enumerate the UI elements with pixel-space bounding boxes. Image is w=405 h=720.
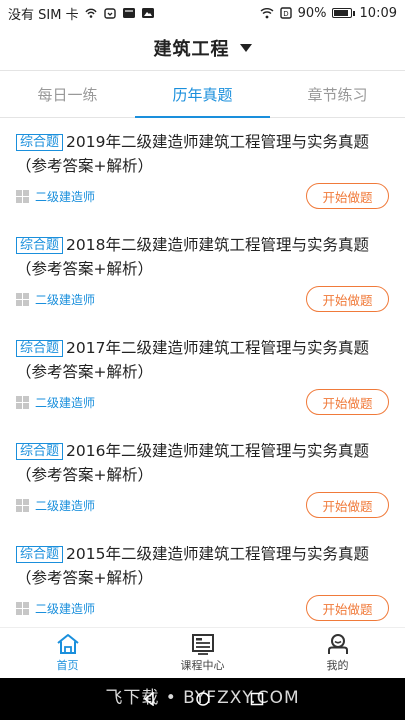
caret-down-icon[interactable] (239, 44, 252, 52)
start-button[interactable]: 开始做题 (306, 389, 389, 415)
start-button[interactable]: 开始做题 (306, 286, 389, 312)
item-title-text: 2017年二级建造师建筑工程管理与实务真题（参考答案+解析） (16, 339, 369, 381)
page-title: 建筑工程 (153, 39, 230, 60)
list-item[interactable]: 综合题 2015年二级建造师建筑工程管理与实务真题（参考答案+解析） 二级建造师 … (16, 530, 389, 633)
data-saver-icon: D (279, 7, 292, 19)
category-label: 二级建造师 (35, 189, 96, 204)
list-item[interactable]: 综合题 2016年二级建造师建筑工程管理与实务真题（参考答案+解析） 二级建造师 … (16, 427, 389, 530)
category-grid-icon (16, 601, 29, 615)
watermark: 飞下载 • BYFZXY.COM (105, 688, 300, 708)
type-tag: 综合题 (16, 443, 64, 460)
list-item[interactable]: 综合题 2019年二级建造师建筑工程管理与实务真题（参考答案+解析） 二级建造师 … (16, 118, 389, 221)
battery-icon (331, 8, 355, 18)
category-grid-icon (16, 189, 29, 203)
nav-profile-label: 我的 (326, 659, 349, 672)
tab-chapter-practice[interactable]: 章节练习 (270, 71, 405, 117)
home-icon (56, 634, 79, 654)
profile-icon (327, 634, 348, 654)
bottom-nav: 首页 课程中心 我的 (0, 627, 405, 678)
category-label: 二级建造师 (35, 498, 96, 513)
tab-past-exams[interactable]: 历年真题 (135, 71, 270, 118)
item-title-text: 2015年二级建造师建筑工程管理与实务真题（参考答案+解析） (16, 545, 369, 587)
image-icon (141, 8, 154, 18)
item-title: 综合题 2018年二级建造师建筑工程管理与实务真题（参考答案+解析） (16, 233, 389, 281)
notification-icon (122, 8, 135, 18)
category-grid-icon (16, 498, 29, 512)
item-title-text: 2019年二级建造师建筑工程管理与实务真题（参考答案+解析） (16, 133, 369, 175)
tab-daily-practice[interactable]: 每日一练 (0, 71, 135, 117)
nav-home[interactable]: 首页 (0, 628, 135, 678)
category-grid-icon (16, 395, 29, 409)
item-title: 综合题 2019年二级建造师建筑工程管理与实务真题（参考答案+解析） (16, 130, 389, 178)
nav-course-label: 课程中心 (180, 659, 225, 672)
svg-text:D: D (283, 10, 288, 18)
type-tag: 综合题 (16, 134, 64, 151)
category-label: 二级建造师 (35, 601, 96, 616)
item-title: 综合题 2015年二级建造师建筑工程管理与实务真题（参考答案+解析） (16, 542, 389, 590)
item-title: 综合题 2017年二级建造师建筑工程管理与实务真题（参考答案+解析） (16, 336, 389, 384)
nav-home-label: 首页 (56, 659, 79, 672)
nav-profile[interactable]: 我的 (270, 628, 405, 678)
hotspot-icon (84, 8, 97, 18)
start-button[interactable]: 开始做题 (306, 183, 389, 209)
category-label: 二级建造师 (35, 292, 96, 307)
header-selector[interactable]: 建筑工程 (0, 26, 405, 70)
course-icon (191, 634, 214, 655)
list-item[interactable]: 综合题 2017年二级建造师建筑工程管理与实务真题（参考答案+解析） 二级建造师 … (16, 324, 389, 427)
type-tag: 综合题 (16, 340, 64, 357)
type-tag: 综合题 (16, 546, 64, 563)
nav-course-center[interactable]: 课程中心 (135, 628, 270, 678)
item-title-text: 2016年二级建造师建筑工程管理与实务真题（参考答案+解析） (16, 442, 369, 484)
type-tag: 综合题 (16, 237, 64, 254)
clock: 10:09 (359, 5, 397, 21)
exam-list: 综合题 2019年二级建造师建筑工程管理与实务真题（参考答案+解析） 二级建造师 … (0, 118, 405, 633)
category-label: 二级建造师 (35, 395, 96, 410)
start-button[interactable]: 开始做题 (306, 492, 389, 518)
battery-percent: 90% (297, 5, 327, 21)
start-button[interactable]: 开始做题 (306, 595, 389, 621)
list-item[interactable]: 综合题 2018年二级建造师建筑工程管理与实务真题（参考答案+解析） 二级建造师 … (16, 221, 389, 324)
item-title-text: 2018年二级建造师建筑工程管理与实务真题（参考答案+解析） (16, 236, 369, 278)
sync-icon (103, 8, 116, 19)
status-bar: 没有 SIM 卡 D 90% 10:09 (0, 0, 405, 26)
item-title: 综合题 2016年二级建造师建筑工程管理与实务真题（参考答案+解析） (16, 439, 389, 487)
category-grid-icon (16, 292, 29, 306)
carrier-text: 没有 SIM 卡 (8, 7, 79, 23)
wifi-icon (260, 8, 274, 19)
tab-bar: 每日一练 历年真题 章节练习 (0, 70, 405, 118)
